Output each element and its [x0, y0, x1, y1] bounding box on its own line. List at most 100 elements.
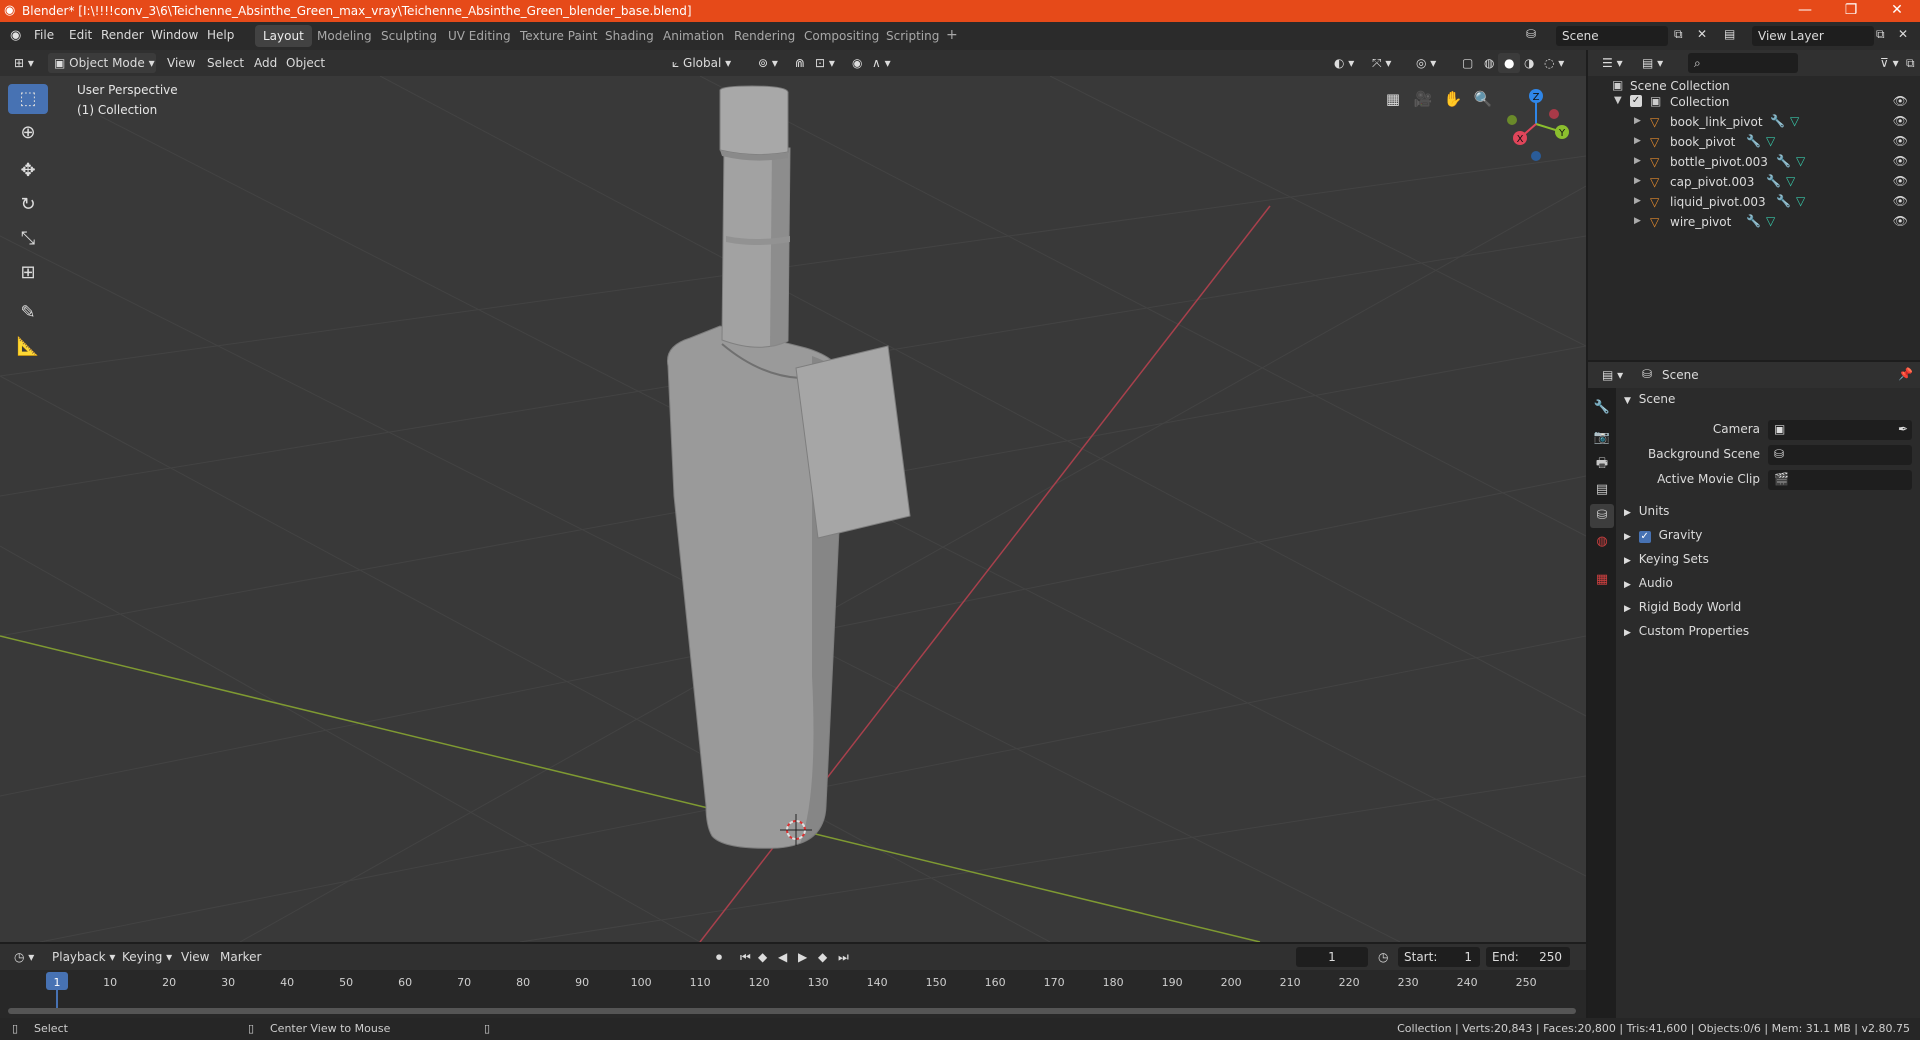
transform-orientation-dropdown[interactable]: ⟀ Global ▾ — [666, 53, 737, 73]
prev-keyframe-icon[interactable]: ◆ — [752, 947, 773, 967]
properties-editor-type-icon[interactable]: ▤ ▾ — [1596, 365, 1629, 385]
outliner-collection[interactable]: ▼ ✓ ▣ Collection 👁 — [1588, 92, 1920, 112]
eye-icon[interactable]: 👁 — [1893, 134, 1908, 148]
outliner-object-row[interactable]: ▶ ▽ liquid_pivot.003 🔧 ▽ 👁 — [1588, 192, 1920, 212]
scene-panel-header[interactable]: ▼ Scene — [1624, 392, 1914, 414]
menu-edit[interactable]: Edit — [69, 28, 92, 42]
camera-view-icon[interactable]: 🎥 — [1410, 86, 1436, 112]
custom-properties-panel-header[interactable]: ▶ Custom Properties — [1624, 624, 1914, 646]
modifier-icon[interactable]: 🔧 — [1770, 114, 1785, 128]
next-keyframe-icon[interactable]: ◆ — [812, 947, 833, 967]
pan-view-icon[interactable]: ✋ — [1440, 86, 1466, 112]
menu-file[interactable]: File — [34, 28, 54, 42]
close-button[interactable]: ✕ — [1874, 0, 1920, 22]
expand-arrow-icon[interactable]: ▶ — [1634, 216, 1641, 226]
marker-menu[interactable]: Marker — [214, 947, 267, 967]
jump-end-icon[interactable]: ⏭ — [832, 947, 855, 967]
render-tab-icon[interactable]: 📷 — [1590, 426, 1614, 450]
start-frame-field[interactable]: Start: 1 — [1398, 947, 1480, 967]
view-layer-icon[interactable]: ▤ — [1724, 27, 1735, 41]
outliner-object-row[interactable]: ▶ ▽ bottle_pivot.003 🔧 ▽ 👁 — [1588, 152, 1920, 172]
tool-tab-icon[interactable]: 🔧 — [1590, 396, 1614, 420]
expand-arrow-icon[interactable]: ▶ — [1634, 116, 1641, 126]
eye-icon[interactable]: 👁 — [1893, 154, 1908, 168]
select-box-tool[interactable]: ⬚ — [8, 84, 48, 114]
keying-sets-panel-header[interactable]: ▶ Keying Sets — [1624, 552, 1914, 574]
annotate-tool[interactable]: ✎ — [8, 298, 48, 328]
move-tool[interactable]: ✥ — [8, 156, 48, 186]
timeline-scrollbar[interactable] — [8, 1008, 1576, 1014]
expand-arrow-icon[interactable]: ▶ — [1634, 176, 1641, 186]
overlays-toggle-icon[interactable]: ◎ ▾ — [1410, 53, 1442, 73]
visibility-icon[interactable]: ◐ ▾ — [1328, 53, 1360, 73]
units-panel-header[interactable]: ▶ Units — [1624, 504, 1914, 526]
snap-target-icon[interactable]: ⊡ ▾ — [809, 53, 841, 73]
view-layer-selector[interactable]: View Layer — [1752, 26, 1874, 46]
timeline[interactable]: 1 10 20 30 40 50 60 70 80 90 100 110 120 130 140 150 160… — [0, 970, 1586, 1018]
play-icon[interactable]: ▶ — [792, 947, 813, 967]
navigation-gizmo[interactable]: Z Y X — [1496, 84, 1576, 164]
world-tab-icon[interactable]: ◍ — [1590, 530, 1614, 554]
gizmo-toggle-icon[interactable]: ⤧ ▾ — [1366, 53, 1397, 73]
toggle-grid-icon[interactable]: ▦ — [1380, 86, 1406, 112]
output-tab-icon[interactable]: 🖶 — [1590, 452, 1614, 476]
menu-render[interactable]: Render — [101, 28, 144, 42]
expand-arrow-icon[interactable]: ▶ — [1634, 156, 1641, 166]
cursor-tool[interactable]: ⊕ — [8, 118, 48, 148]
modifier-icon[interactable]: 🔧 — [1776, 154, 1791, 168]
eye-icon[interactable]: 👁 — [1893, 194, 1908, 208]
tab-modeling[interactable]: Modeling — [309, 25, 380, 47]
expand-arrow-icon[interactable]: ▶ — [1634, 136, 1641, 146]
camera-field[interactable]: ▣ ✒ — [1768, 420, 1912, 440]
mesh-data-icon[interactable]: ▽ — [1766, 214, 1775, 228]
new-scene-icon[interactable]: ⧉ — [1674, 27, 1683, 42]
eye-icon[interactable]: 👁 — [1893, 114, 1908, 128]
rotate-tool[interactable]: ↻ — [8, 190, 48, 220]
keying-menu[interactable]: Keying ▾ — [116, 947, 178, 967]
end-frame-field[interactable]: End: 250 — [1486, 947, 1570, 967]
tab-rendering[interactable]: Rendering — [726, 25, 803, 47]
expand-arrow-icon[interactable]: ▶ — [1634, 196, 1641, 206]
texture-tab-icon[interactable]: ▦ — [1590, 568, 1614, 592]
measure-tool[interactable]: 📐 — [8, 332, 48, 362]
play-reverse-icon[interactable]: ◀ — [772, 947, 793, 967]
new-collection-icon[interactable]: ⧉ — [1900, 53, 1920, 73]
outliner-editor-type-icon[interactable]: ☰ ▾ — [1596, 53, 1629, 73]
maximize-button[interactable]: ❐ — [1828, 0, 1874, 22]
view-menu[interactable]: View — [161, 53, 201, 73]
tab-scripting[interactable]: Scripting — [878, 25, 947, 47]
object-menu[interactable]: Object — [280, 53, 331, 73]
tab-compositing[interactable]: Compositing — [796, 25, 887, 47]
active-movie-clip-field[interactable]: 🎬 — [1768, 470, 1912, 490]
snap-icon[interactable]: ⋒ — [789, 53, 811, 73]
mesh-data-icon[interactable]: ▽ — [1786, 174, 1795, 188]
3d-viewport[interactable]: User Perspective (1) Collection ⬚ ⊕ ✥ ↻ … — [0, 76, 1586, 942]
timeline-editor-type-icon[interactable]: ◷ ▾ — [8, 947, 40, 967]
shading-rendered-icon[interactable]: ◌ ▾ — [1538, 53, 1570, 73]
expand-arrow-icon[interactable]: ▼ — [1614, 95, 1622, 106]
preview-range-icon[interactable]: ◷ — [1372, 947, 1394, 967]
outliner-object-row[interactable]: ▶ ▽ book_pivot 🔧 ▽ 👁 — [1588, 132, 1920, 152]
audio-panel-header[interactable]: ▶ Audio — [1624, 576, 1914, 598]
view-layer-tab-icon[interactable]: ▤ — [1590, 478, 1614, 502]
eye-icon[interactable]: 👁 — [1893, 94, 1908, 108]
zoom-view-icon[interactable]: 🔍 — [1470, 86, 1496, 112]
tab-shading[interactable]: Shading — [597, 25, 662, 47]
pivot-point-icon[interactable]: ⊚ ▾ — [752, 53, 784, 73]
xray-toggle-icon[interactable]: ▢ — [1456, 53, 1479, 73]
delete-scene-icon[interactable]: ✕ — [1697, 27, 1707, 41]
transform-tool[interactable]: ⊞ — [8, 258, 48, 288]
background-scene-field[interactable]: ⛁ — [1768, 445, 1912, 465]
mesh-data-icon[interactable]: ▽ — [1796, 154, 1805, 168]
eye-icon[interactable]: 👁 — [1893, 214, 1908, 228]
tab-layout[interactable]: Layout — [255, 25, 312, 47]
new-view-layer-icon[interactable]: ⧉ — [1876, 27, 1885, 42]
scene-icon[interactable]: ⛁ — [1526, 27, 1536, 41]
editor-type-icon[interactable]: ⊞ ▾ — [8, 53, 40, 73]
tab-texture-paint[interactable]: Texture Paint — [512, 25, 605, 47]
collection-checkbox[interactable]: ✓ — [1630, 95, 1642, 107]
select-menu[interactable]: Select — [201, 53, 250, 73]
object-mode-dropdown[interactable]: ▣ Object Mode ▾ — [48, 53, 156, 73]
menu-window[interactable]: Window — [151, 28, 198, 42]
tab-uv-editing[interactable]: UV Editing — [440, 25, 519, 47]
